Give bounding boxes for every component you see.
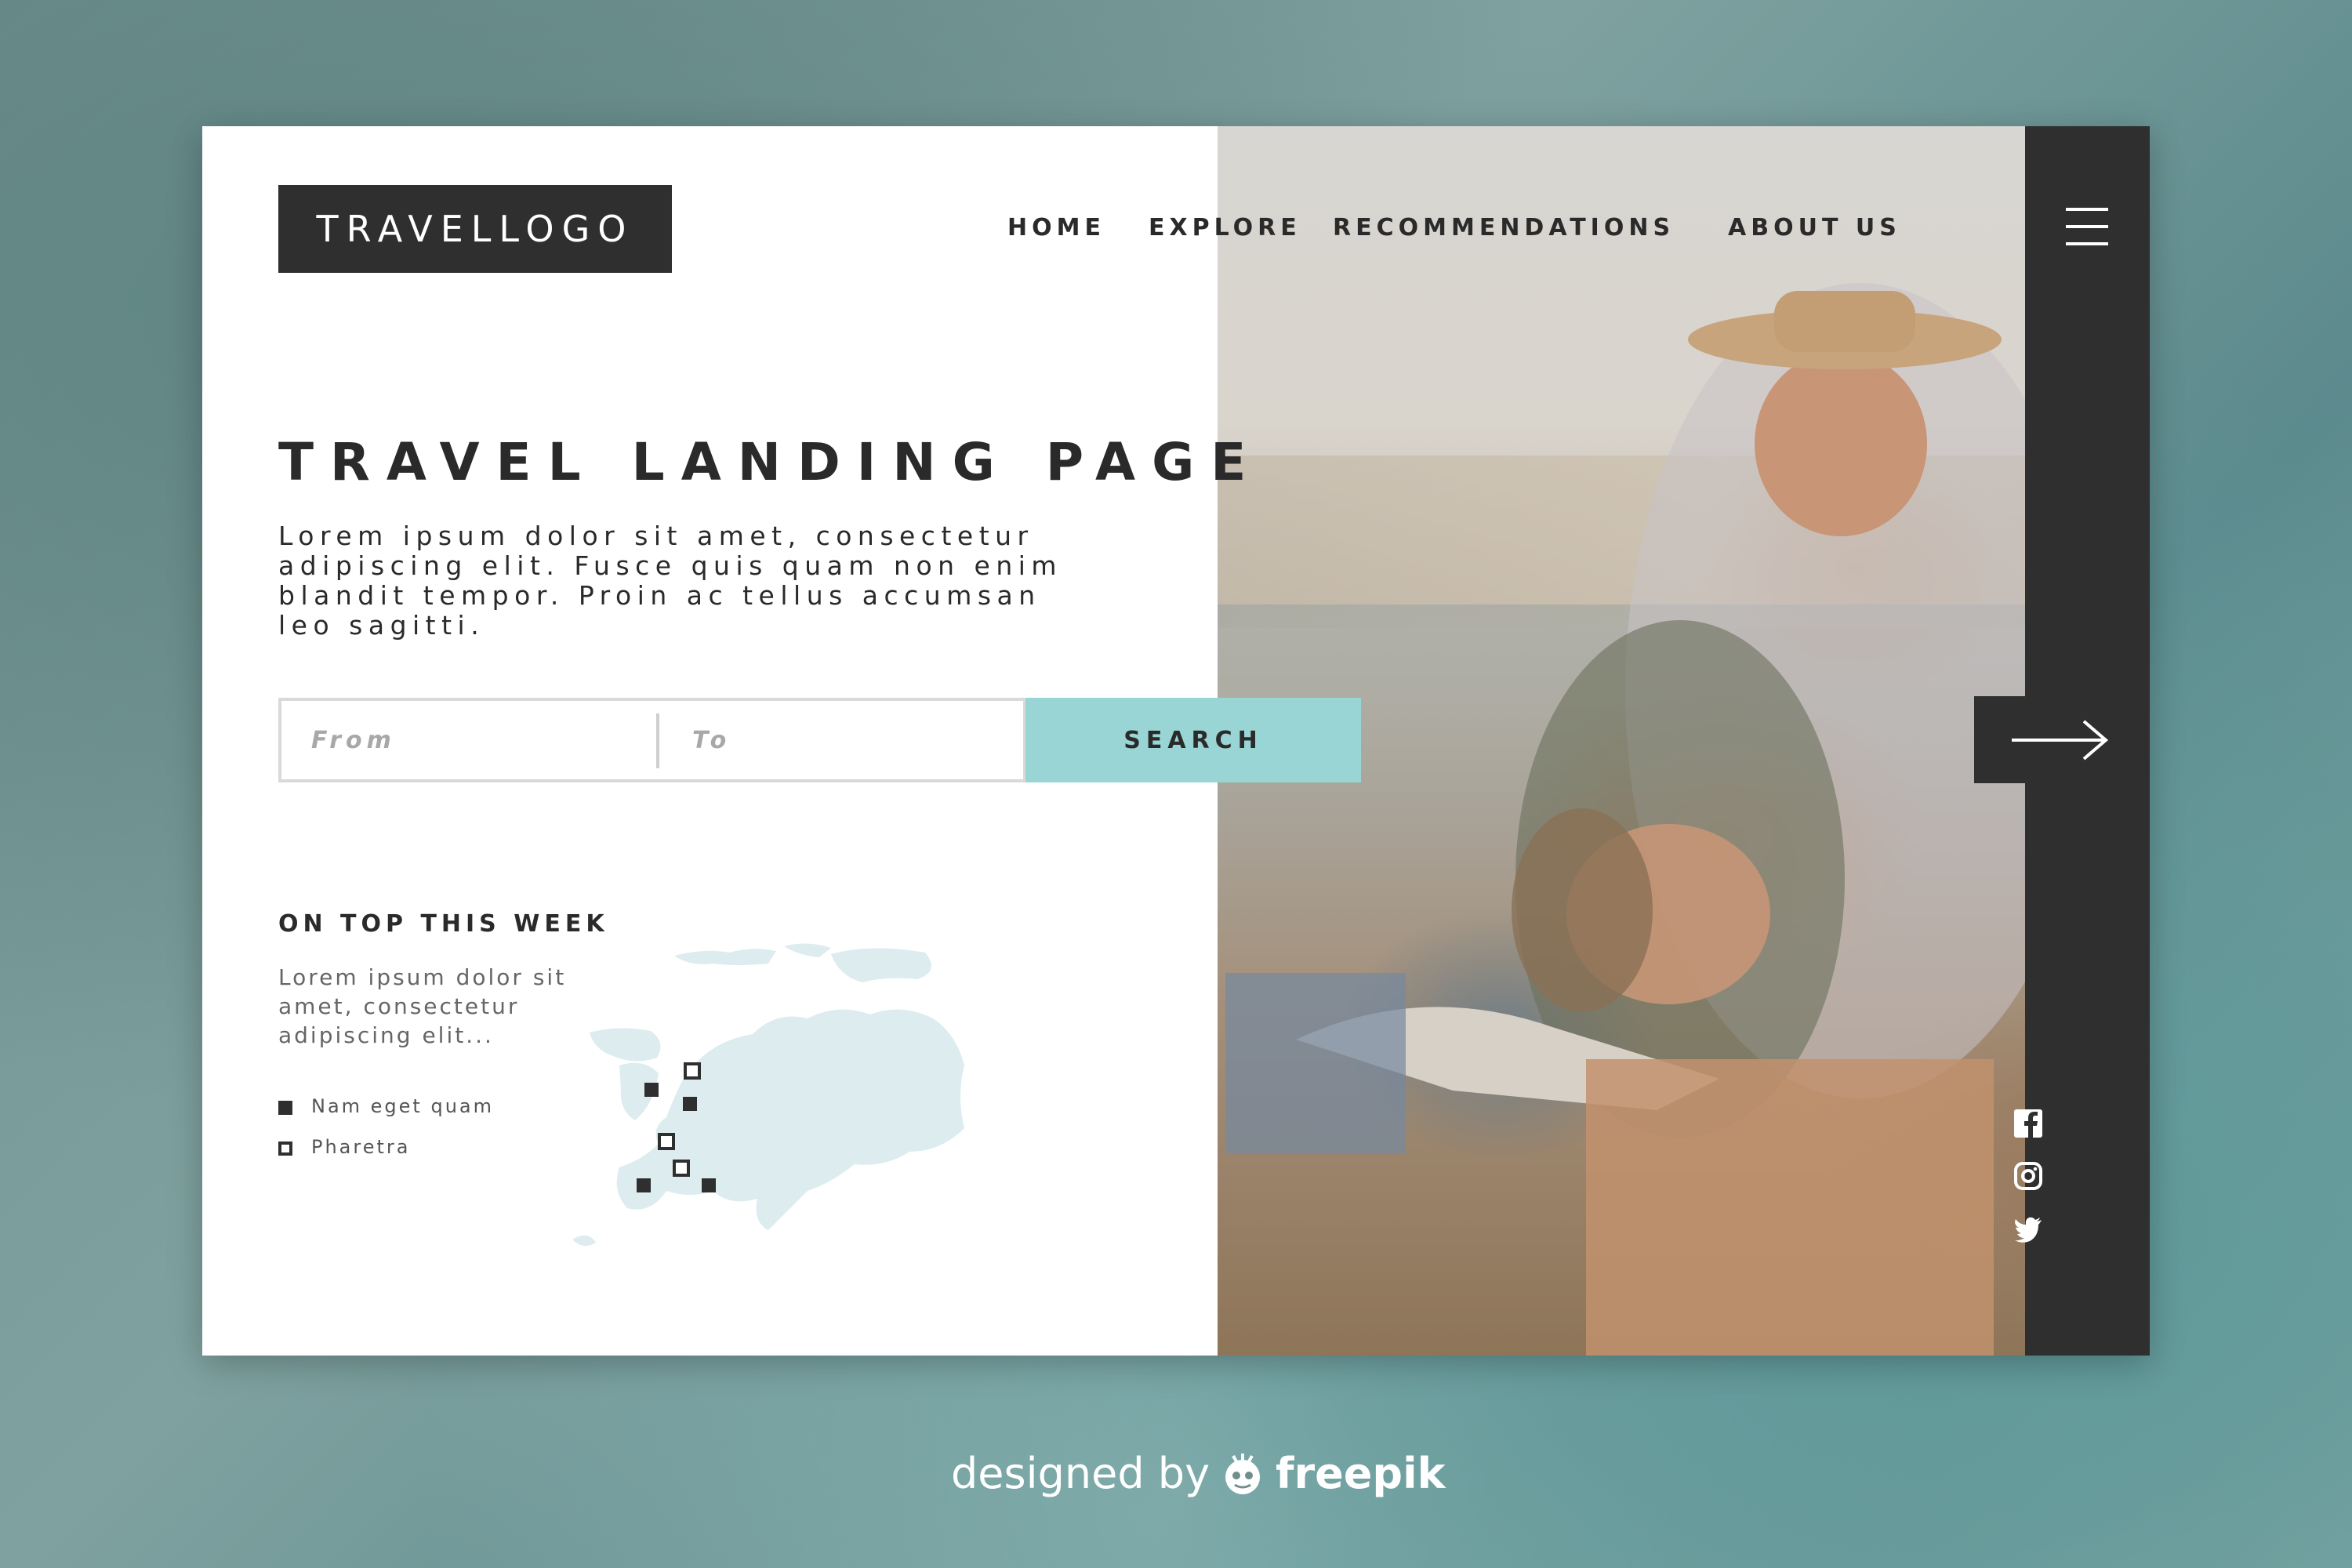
next-arrow-button[interactable] (1974, 696, 2150, 783)
map-marker[interactable] (644, 1083, 659, 1097)
nav-item-home[interactable]: HOME (1007, 214, 1105, 241)
hero-description: Lorem ipsum dolor sit amet, consectetur … (278, 521, 1063, 641)
search-divider (656, 713, 659, 768)
map-marker[interactable] (673, 1160, 690, 1177)
instagram-icon[interactable] (2013, 1161, 2043, 1191)
map-marker[interactable] (702, 1178, 716, 1192)
menu-icon[interactable] (2066, 208, 2108, 245)
freepik-logo-icon (1225, 1453, 1261, 1494)
nav-item-recommendations[interactable]: RECOMMENDATIONS (1333, 214, 1675, 241)
legend-label: Pharetra (311, 1136, 411, 1158)
brand-logo[interactable]: TRAVELLOGO (278, 185, 672, 273)
legend-label: Nam eget quam (311, 1095, 495, 1117)
map-marker[interactable] (637, 1178, 651, 1192)
weekly-description: Lorem ipsum dolor sit amet, consectetur … (278, 964, 567, 1048)
landing-card: TRAVELLOGO HOME EXPLORE RECOMMENDATIONS … (202, 126, 2150, 1356)
credit-prefix: designed by (951, 1449, 1210, 1498)
credit-brand: freepik (1276, 1449, 1446, 1498)
facebook-icon[interactable] (2013, 1109, 2043, 1138)
page-title: TRAVEL LANDING PAGE (278, 432, 1263, 492)
nav-item-explore[interactable]: EXPLORE (1149, 214, 1301, 241)
filled-square-icon (278, 1101, 292, 1115)
to-input[interactable] (662, 701, 1023, 779)
map-marker[interactable] (658, 1133, 675, 1150)
nav-item-about-us[interactable]: ABOUT US (1728, 214, 1901, 241)
europe-map (572, 943, 964, 1247)
arrow-right-icon (2012, 720, 2109, 760)
search-bar (278, 698, 1026, 782)
search-button[interactable]: SEARCH (1025, 698, 1361, 782)
map-marker[interactable] (684, 1062, 701, 1080)
outline-square-icon (278, 1142, 292, 1156)
weekly-title: ON TOP THIS WEEK (278, 910, 609, 938)
designer-credit[interactable]: designed by freepik (951, 1449, 1446, 1498)
twitter-icon[interactable] (2013, 1214, 2043, 1243)
map-marker[interactable] (683, 1097, 697, 1111)
from-input[interactable] (281, 701, 650, 779)
